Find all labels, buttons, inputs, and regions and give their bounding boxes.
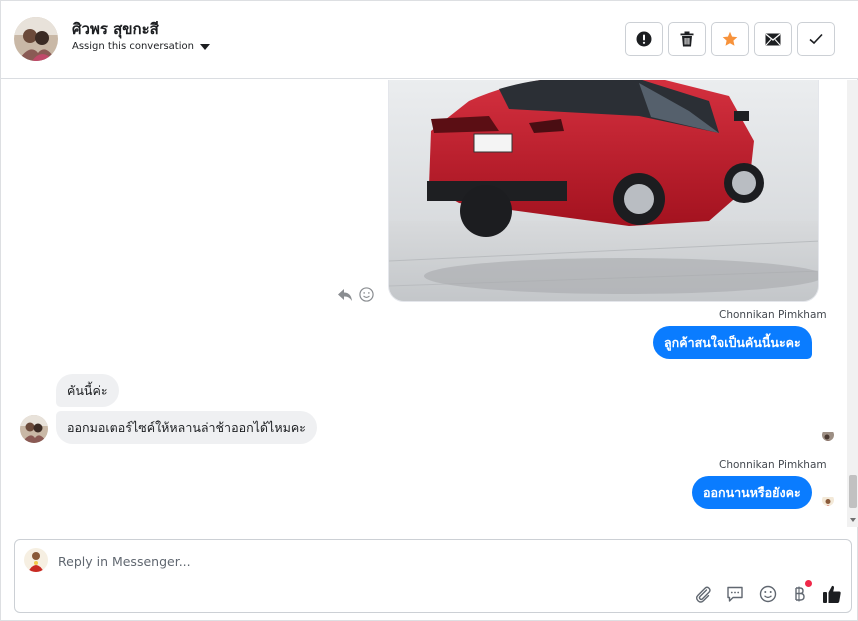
envelope-icon [765, 33, 781, 45]
contact-name[interactable]: ศิวพร สุขกะสี [72, 17, 159, 41]
reply-icon[interactable] [337, 288, 353, 302]
alert-icon [636, 31, 652, 47]
incoming-message-bubble[interactable]: คันนี้ค่ะ [56, 374, 119, 407]
incoming-message-bubble[interactable]: ออกมอเตอร์ไซค์ให้หลานล่าช้าออกได้ไหมคะ [56, 411, 317, 444]
car-image-attachment[interactable] [388, 80, 819, 302]
seen-receipt-avatar [822, 429, 834, 441]
mark-spam-button[interactable] [625, 22, 663, 56]
thumbs-up-icon [823, 585, 841, 603]
message-actions [337, 287, 374, 302]
conversation-header: ศิวพร สุขกะสี Assign this conversation [1, 1, 858, 79]
reply-composer [14, 539, 852, 613]
checkmark-icon [809, 33, 823, 45]
mark-unread-button[interactable] [754, 22, 792, 56]
thread-scrollbar[interactable] [847, 80, 858, 527]
scrollbar-thumb[interactable] [849, 475, 857, 508]
sender-name: Chonnikan Pimkham [719, 459, 827, 471]
scroll-down-arrow-icon[interactable] [850, 518, 856, 522]
reply-input[interactable] [58, 550, 758, 572]
mark-done-button[interactable] [797, 22, 835, 56]
contact-avatar[interactable] [14, 17, 58, 61]
notification-dot [805, 580, 812, 587]
contact-avatar-small[interactable] [20, 415, 48, 443]
baht-icon [795, 586, 805, 602]
caret-down-icon [199, 44, 210, 50]
smiley-icon [759, 585, 777, 603]
attach-file-button[interactable] [692, 583, 714, 605]
trash-icon [680, 31, 694, 47]
delete-button[interactable] [668, 22, 706, 56]
like-button[interactable] [821, 583, 843, 605]
speech-bubble-icon [727, 586, 743, 602]
page-avatar [24, 548, 48, 572]
sent-status-avatar [822, 494, 834, 506]
outgoing-message-bubble[interactable]: ออกนานหรือยังคะ [692, 476, 812, 509]
assign-conversation-dropdown[interactable]: Assign this conversation [72, 41, 210, 52]
star-icon [722, 31, 738, 46]
saved-replies-button[interactable] [724, 583, 746, 605]
star-button[interactable] [711, 22, 749, 56]
messenger-conversation-panel: ศิวพร สุขกะสี Assign this conversation C… [0, 0, 858, 621]
emoji-button[interactable] [757, 583, 779, 605]
message-thread: Chonnikan Pimkham ลูกค้าสนใจเป็นคันนี้นะ… [1, 80, 847, 527]
paperclip-icon [695, 586, 711, 603]
sender-name: Chonnikan Pimkham [719, 309, 827, 321]
assign-label: Assign this conversation [72, 41, 194, 52]
outgoing-message-bubble[interactable]: ลูกค้าสนใจเป็นคันนี้นะคะ [653, 326, 812, 359]
react-smiley-icon[interactable] [359, 287, 374, 302]
